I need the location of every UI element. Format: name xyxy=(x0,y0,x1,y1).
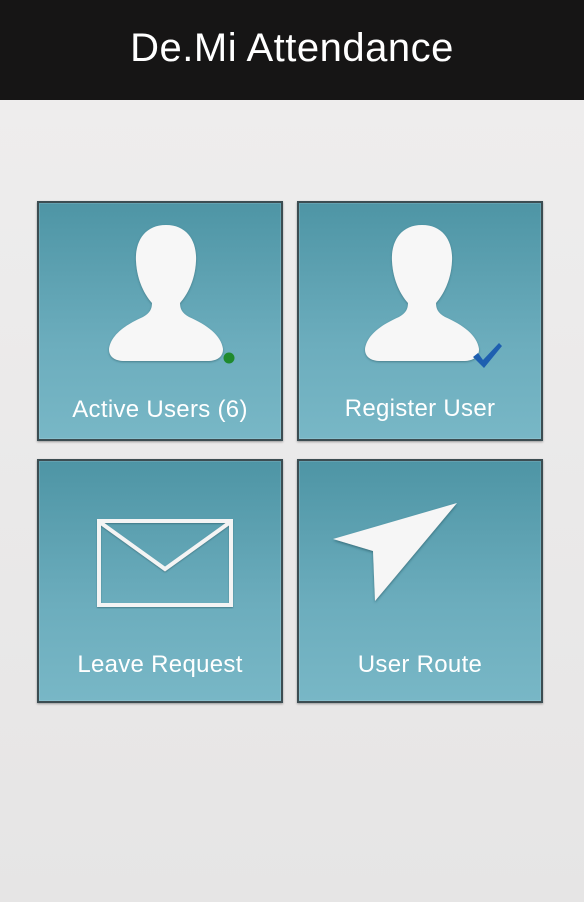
checkmark-icon xyxy=(473,343,502,368)
app-screen: De.Mi Attendance Active Users (6) Regist… xyxy=(0,0,584,902)
navigation-arrow-icon xyxy=(333,503,457,601)
user-silhouette-icon xyxy=(365,225,479,361)
register-user-label: Register User xyxy=(344,395,496,422)
app-title: De.Mi Attendance xyxy=(130,25,454,70)
user-route-tile[interactable]: User Route xyxy=(297,459,543,703)
user-route-label: User Route xyxy=(357,651,483,678)
online-dot-icon xyxy=(223,352,235,364)
leave-request-label: Leave Request xyxy=(77,651,243,678)
active-users-tile[interactable]: Active Users (6) xyxy=(37,201,283,441)
active-users-label: Active Users (6) xyxy=(72,396,248,423)
register-user-tile[interactable]: Register User xyxy=(297,201,543,441)
app-header: De.Mi Attendance xyxy=(0,0,584,100)
user-silhouette-icon xyxy=(109,225,223,361)
leave-request-tile[interactable]: Leave Request xyxy=(37,459,283,703)
envelope-icon xyxy=(97,519,233,607)
